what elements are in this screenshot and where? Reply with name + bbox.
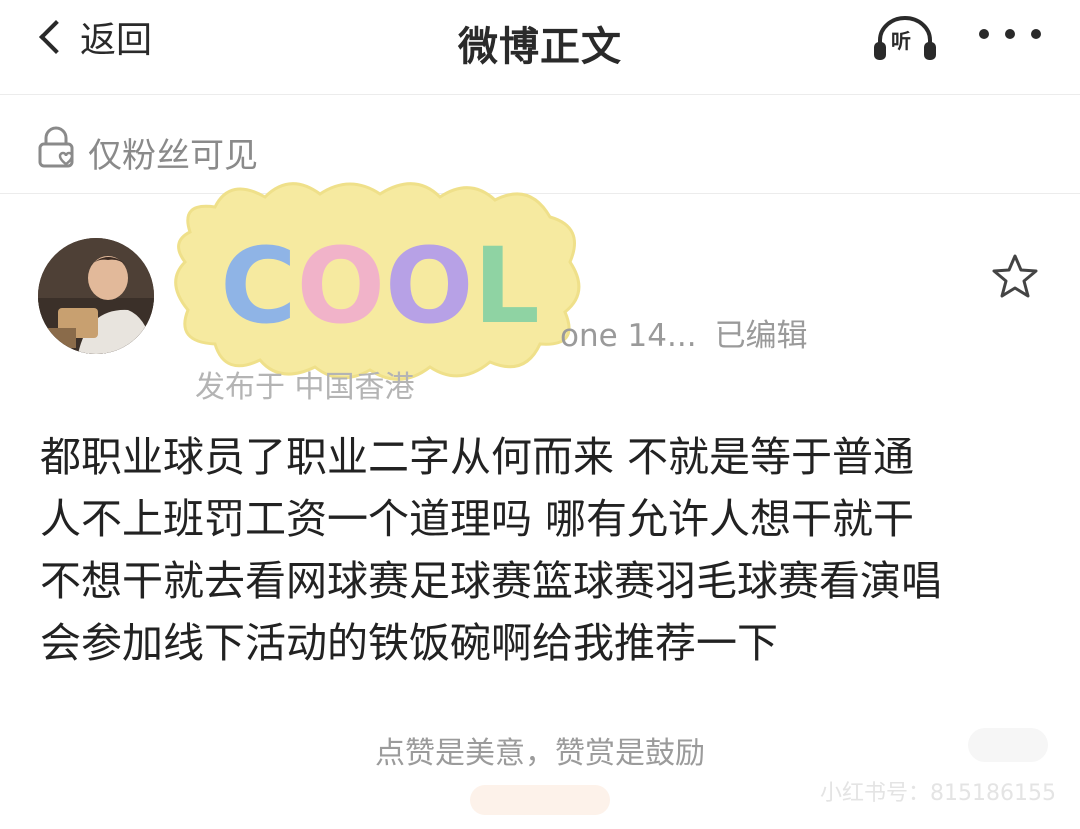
visibility-label: 仅粉丝可见 bbox=[88, 136, 258, 176]
avatar[interactable] bbox=[38, 238, 154, 354]
blurred-button bbox=[470, 785, 610, 815]
more-dot bbox=[1005, 29, 1015, 39]
post-body-line: 人不上班罚工资一个道理吗 哪有允许人想干就干 bbox=[40, 495, 915, 543]
post-body-line: 都职业球员了职业二字从何而来 不就是等于普通 bbox=[40, 433, 915, 481]
reward-text: 点赞是美意，赞赏是鼓励 bbox=[375, 736, 705, 771]
post-meta: one 14... 已编辑 bbox=[560, 310, 826, 355]
post-body: 都职业球员了职业二字从何而来 不就是等于普通 人不上班罚工资一个道理吗 哪有允许… bbox=[40, 426, 1050, 674]
star-outline-icon[interactable] bbox=[990, 252, 1040, 302]
avatar-photo bbox=[38, 238, 154, 354]
watermark: 小红书号：815186155 bbox=[820, 781, 1056, 806]
cool-sticker: COOL bbox=[174, 182, 581, 381]
post-body-line: 会参加线下活动的铁饭碗啊给我推荐一下 bbox=[40, 619, 778, 667]
lock-heart-icon bbox=[38, 126, 74, 168]
listen-label: 听 bbox=[891, 29, 911, 53]
more-dot bbox=[1031, 29, 1041, 39]
more-dots-icon bbox=[979, 29, 989, 39]
post-location: 发布于 中国香港 bbox=[195, 370, 415, 405]
device-text: one 14... bbox=[560, 318, 697, 354]
listen-button[interactable]: 听 bbox=[870, 12, 940, 64]
edited-label: 已编辑 bbox=[714, 318, 808, 354]
more-button[interactable] bbox=[975, 14, 1045, 54]
sticker-text: COOL bbox=[220, 225, 539, 347]
post-body-line: 不想干就去看网球赛足球赛篮球赛羽毛球赛看演唱 bbox=[40, 557, 942, 605]
